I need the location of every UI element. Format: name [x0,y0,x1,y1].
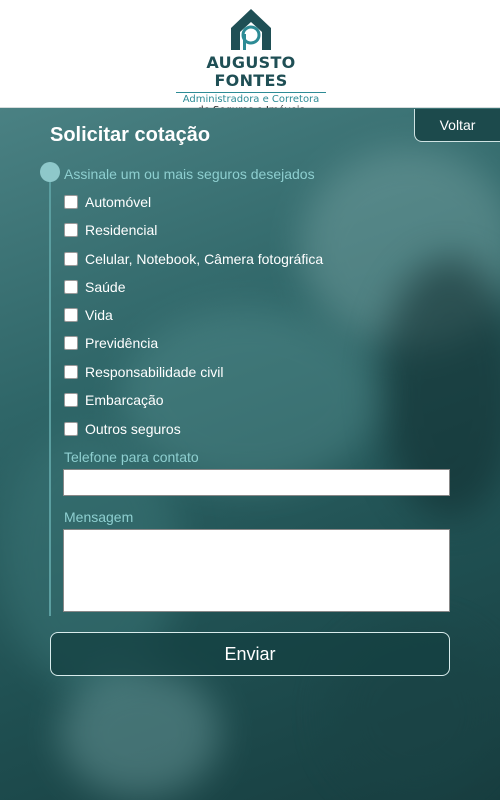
checkbox-responsabilidade-civil[interactable] [64,365,78,379]
option-previdencia[interactable]: Previdência [64,334,158,352]
option-label: Responsabilidade civil [85,364,224,380]
brand-tagline-1: Administradora e Corretora [176,92,326,105]
option-automovel[interactable]: Automóvel [64,193,151,211]
brand-name: AUGUSTO FONTES [206,53,296,90]
option-label: Embarcação [85,392,164,408]
logo-icon [231,9,271,50]
page-title: Solicitar cotação [50,124,211,146]
checkbox-eletronicos[interactable] [64,252,78,266]
option-label: Residencial [85,222,158,238]
option-label: Automóvel [85,194,152,210]
header: AUGUSTO FONTES Administradora e Corretor… [0,0,500,116]
submit-button[interactable]: Enviar [50,632,450,676]
checkbox-outros-seguros[interactable] [64,422,78,436]
checkbox-automovel[interactable] [64,195,78,209]
logo: AUGUSTO FONTES Administradora e Corretor… [176,6,326,116]
back-button[interactable]: Voltar [414,109,500,142]
phone-input[interactable] [63,469,450,496]
option-label: Celular, Notebook, Câmera fotográfica [85,251,324,267]
option-label: Outros seguros [85,421,181,437]
timeline-dot [40,162,60,182]
checkbox-residencial[interactable] [64,223,78,237]
timeline-line [49,172,51,616]
checkbox-vida[interactable] [64,308,78,322]
option-responsabilidade-civil[interactable]: Responsabilidade civil [64,363,224,381]
phone-label: Telefone para contato [64,449,199,465]
checkbox-saude[interactable] [64,280,78,294]
option-eletronicos[interactable]: Celular, Notebook, Câmera fotográfica [64,250,323,268]
option-embarcacao[interactable]: Embarcação [64,391,164,409]
option-residencial[interactable]: Residencial [64,221,157,239]
message-textarea[interactable] [63,529,450,612]
checkbox-previdencia[interactable] [64,336,78,350]
insurance-legend: Assinale um ou mais seguros desejados [64,166,315,182]
message-label: Mensagem [64,509,134,525]
option-label: Saúde [85,279,126,295]
option-label: Previdência [85,335,159,351]
checkbox-embarcacao[interactable] [64,393,78,407]
option-saude[interactable]: Saúde [64,278,125,296]
option-outros-seguros[interactable]: Outros seguros [64,420,181,438]
option-label: Vida [85,307,113,323]
option-vida[interactable]: Vida [64,306,113,324]
